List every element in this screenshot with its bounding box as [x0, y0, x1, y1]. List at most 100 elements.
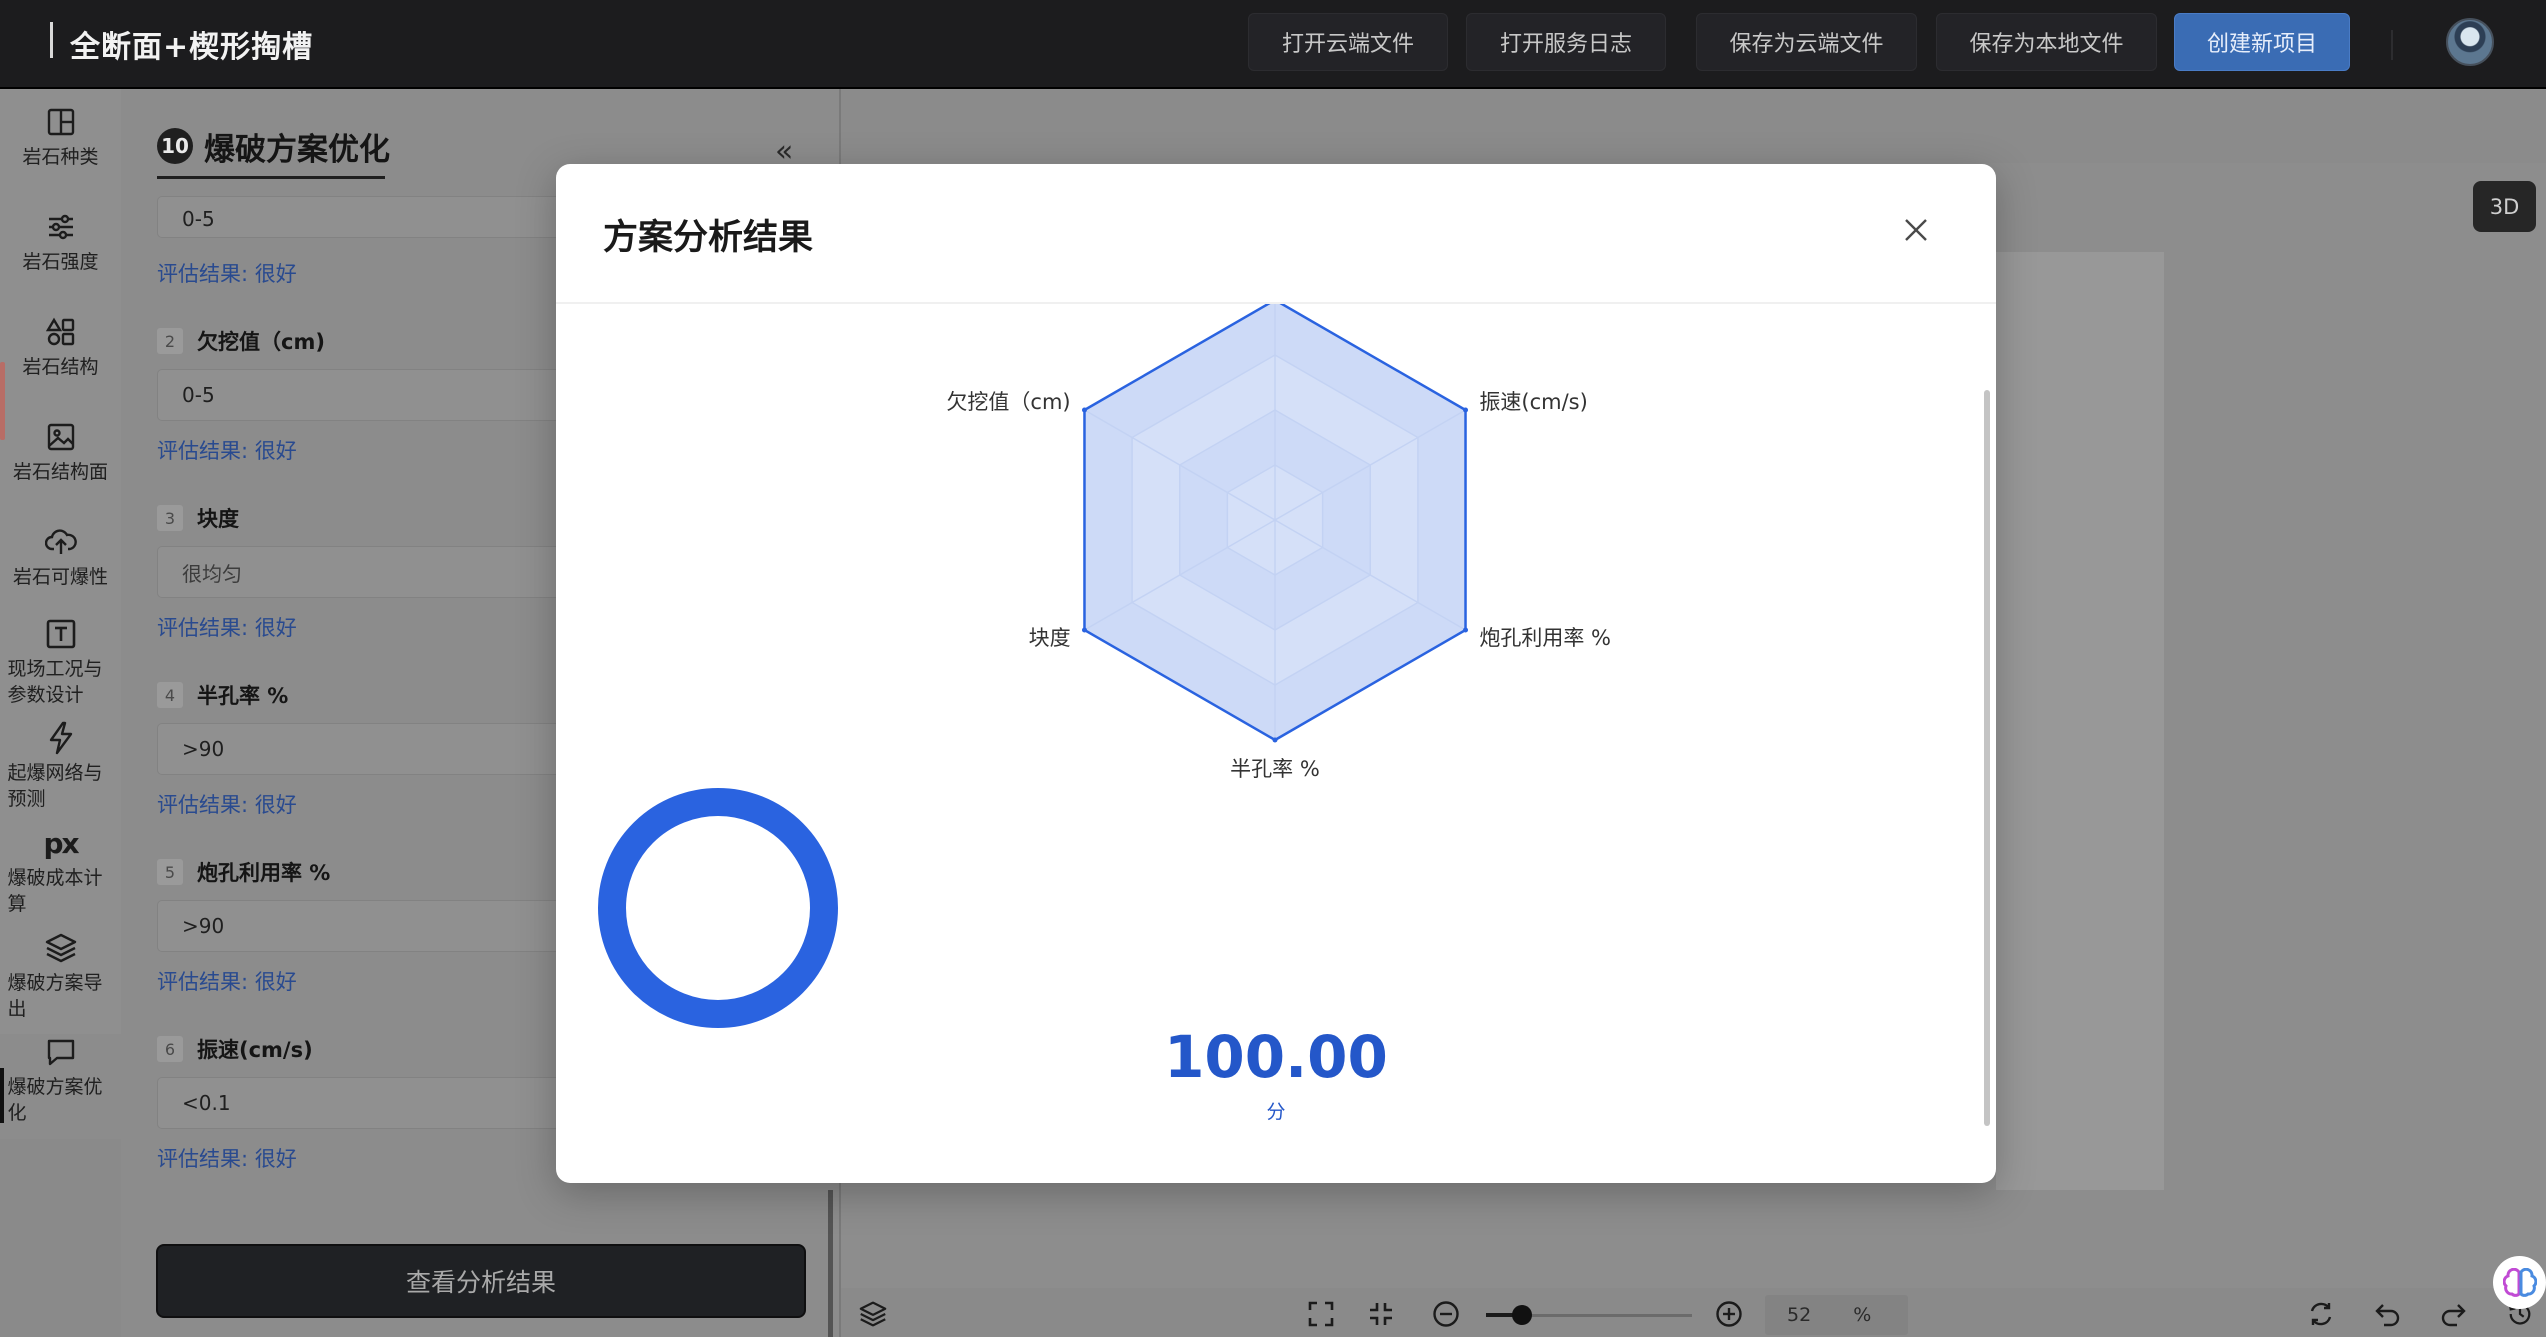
- rail-item-rock-structure-plane[interactable]: 岩石结构面: [0, 419, 121, 485]
- refresh-icon[interactable]: [2305, 1298, 2337, 1330]
- rail-item-label: 起爆网络与预测: [7, 762, 103, 810]
- eval-result: 评估结果: 很好: [157, 1147, 297, 1171]
- rail-item-plan-export[interactable]: 爆破方案导出: [0, 930, 121, 1022]
- sliders-icon: [43, 209, 79, 245]
- score-value: 100.00: [1164, 1023, 1388, 1091]
- radar-data-point: [1272, 737, 1278, 743]
- rail-item-rock-structure[interactable]: 岩石结构: [0, 314, 121, 380]
- dialog-title: 方案分析结果: [603, 218, 814, 258]
- rail-item-label: 现场工况与参数设计: [7, 658, 103, 706]
- field-label-vibration: 6 振速(cm/s): [157, 1034, 313, 1064]
- fragmentation-select[interactable]: 很均匀: [157, 546, 577, 598]
- eval-result: 评估结果: 很好: [157, 439, 297, 463]
- title-divider: [50, 22, 53, 58]
- rail-active-indicator: [0, 1068, 4, 1123]
- radar-axis-label: 块度: [1029, 626, 1071, 650]
- app-title: 全断面+楔形掏槽: [70, 30, 314, 65]
- radar-data-area: [1083, 304, 1467, 742]
- lightning-icon: [43, 720, 79, 756]
- rail-item-blast-cost[interactable]: px 爆破成本计算: [0, 825, 121, 917]
- rail-item-label: 爆破方案导出: [7, 972, 103, 1020]
- radar-axis-label: 半孔率 %: [1230, 757, 1320, 781]
- open-cloud-file-button[interactable]: 打开云端文件: [1248, 13, 1448, 71]
- rail-item-site-conditions[interactable]: 现场工况与参数设计: [0, 616, 121, 708]
- redo-icon[interactable]: [2437, 1298, 2469, 1330]
- left-nav-rail: [0, 89, 121, 1337]
- canvas-toolbar: [841, 1288, 2546, 1337]
- zoom-out-icon[interactable]: [1430, 1298, 1462, 1330]
- rail-item-rock-blastability[interactable]: 岩石可爆性: [0, 524, 121, 590]
- layers-icon: [43, 930, 79, 966]
- text-icon: [43, 616, 79, 652]
- zoom-value: 52: [1787, 1304, 1812, 1326]
- open-service-log-button[interactable]: 打开服务日志: [1466, 13, 1666, 71]
- rail-item-label: 岩石结构: [22, 356, 99, 378]
- ai-assistant-button[interactable]: [2493, 1256, 2546, 1309]
- panel-title-underline: [157, 176, 385, 179]
- overbreak-input[interactable]: 0-5: [157, 196, 577, 238]
- rail-item-plan-optimize[interactable]: 爆破方案优化: [0, 1034, 121, 1139]
- zoom-in-icon[interactable]: [1713, 1298, 1745, 1330]
- close-icon[interactable]: [1900, 214, 1932, 246]
- field-number: 6: [157, 1036, 183, 1062]
- save-cloud-file-button[interactable]: 保存为云端文件: [1696, 13, 1917, 71]
- topbar-separator: [2391, 30, 2393, 60]
- shapes-icon: [43, 314, 79, 350]
- cloud-upload-icon: [43, 524, 79, 560]
- field-number: 3: [157, 505, 183, 531]
- radar-data-point: [1463, 627, 1469, 633]
- radar-chart: 超挖值（cm)振速(cm/s)炮孔利用率 %半孔率 %块度欠挖值（cm): [946, 304, 1611, 781]
- zoom-unit: %: [1853, 1304, 1872, 1326]
- chat-icon: [43, 1034, 79, 1070]
- layers-icon[interactable]: [857, 1298, 889, 1330]
- step-badge: 10: [157, 128, 193, 164]
- field-label-hole-utilization: 5 炮孔利用率 %: [157, 857, 330, 887]
- save-local-file-button[interactable]: 保存为本地文件: [1936, 13, 2157, 71]
- image-icon: [43, 419, 79, 455]
- rail-item-label: 岩石可爆性: [12, 566, 108, 588]
- eval-result: 评估结果: 很好: [157, 793, 297, 817]
- rail-item-label: 爆破方案优化: [7, 1076, 103, 1124]
- rail-item-label: 爆破成本计算: [7, 867, 103, 915]
- panel-scrollbar[interactable]: [828, 1190, 833, 1337]
- underbreak-input[interactable]: 0-5: [157, 369, 577, 421]
- rail-item-label: 岩石结构面: [12, 461, 108, 483]
- rail-item-label: 岩石强度: [22, 251, 99, 273]
- canvas-drawing-sheet: [1996, 252, 2164, 1190]
- radar-data-point: [1463, 407, 1469, 413]
- radar-axis-label: 炮孔利用率 %: [1479, 626, 1611, 650]
- radar-axis-label: 欠挖值（cm): [946, 390, 1070, 414]
- radar-axis-label: 振速(cm/s): [1479, 390, 1587, 414]
- px-icon: px: [43, 826, 79, 860]
- rail-item-rock-strength[interactable]: 岩石强度: [0, 209, 121, 275]
- undo-icon[interactable]: [2372, 1298, 2404, 1330]
- eval-result: 评估结果: 很好: [157, 262, 297, 286]
- fullscreen-icon[interactable]: [1305, 1298, 1337, 1330]
- half-hole-rate-input[interactable]: >90: [157, 723, 577, 775]
- field-number: 4: [157, 682, 183, 708]
- radar-data-point: [1081, 407, 1087, 413]
- eval-result: 评估结果: 很好: [157, 616, 297, 640]
- dialog-scrollbar[interactable]: [1984, 390, 1990, 1126]
- field-label-underbreak: 2 欠挖值（cm): [157, 326, 325, 356]
- zoom-slider-handle[interactable]: [1512, 1305, 1532, 1325]
- vibration-input[interactable]: <0.1: [157, 1077, 577, 1129]
- rail-item-rock-type[interactable]: 岩石种类: [0, 104, 121, 170]
- score-unit: 分: [1266, 1101, 1286, 1123]
- layout-icon: [43, 104, 79, 140]
- panel-title: 爆破方案优化: [204, 132, 390, 168]
- create-project-button[interactable]: 创建新项目: [2174, 13, 2350, 71]
- 3d-mode-button[interactable]: 3D: [2473, 181, 2536, 232]
- exit-fullscreen-icon[interactable]: [1365, 1298, 1397, 1330]
- field-label-half-hole-rate: 4 半孔率 %: [157, 680, 288, 710]
- field-number: 2: [157, 328, 183, 354]
- field-number: 5: [157, 859, 183, 885]
- radar-data-point: [1081, 627, 1087, 633]
- avatar[interactable]: [2446, 18, 2494, 66]
- rail-item-label: 岩石种类: [22, 146, 99, 168]
- hole-utilization-input[interactable]: >90: [157, 900, 577, 952]
- zoom-percent-field[interactable]: 52 %: [1765, 1295, 1908, 1335]
- rail-item-detonation-network[interactable]: 起爆网络与预测: [0, 720, 121, 812]
- score-ring: [598, 788, 838, 1028]
- view-analysis-button[interactable]: 查看分析结果: [156, 1244, 806, 1318]
